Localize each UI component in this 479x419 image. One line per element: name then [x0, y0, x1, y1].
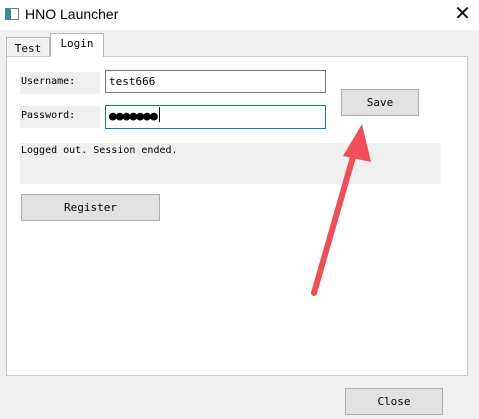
window-title: HNO Launcher [25, 6, 119, 22]
login-tab-panel: Username: test666 Password: ●●●●●●● Save… [6, 56, 468, 376]
save-button[interactable]: Save [341, 89, 419, 116]
username-input[interactable]: test666 [105, 70, 326, 93]
username-label: Username: [20, 72, 100, 94]
title-bar[interactable]: HNO Launcher ✕ [0, 0, 479, 30]
app-icon [5, 8, 19, 20]
password-mask: ●●●●●●● [109, 109, 158, 124]
register-button[interactable]: Register [21, 194, 160, 221]
text-caret [158, 107, 160, 122]
password-input[interactable]: ●●●●●●● [105, 105, 326, 129]
app-window: HNO Launcher ✕ Test Login Username: test… [0, 0, 479, 419]
status-text: Logged out. Session ended. [20, 143, 441, 184]
tab-login[interactable]: Login [50, 33, 104, 57]
password-label: Password: [20, 106, 100, 128]
window-close-icon[interactable]: ✕ [446, 0, 479, 30]
close-button[interactable]: Close [345, 388, 443, 415]
